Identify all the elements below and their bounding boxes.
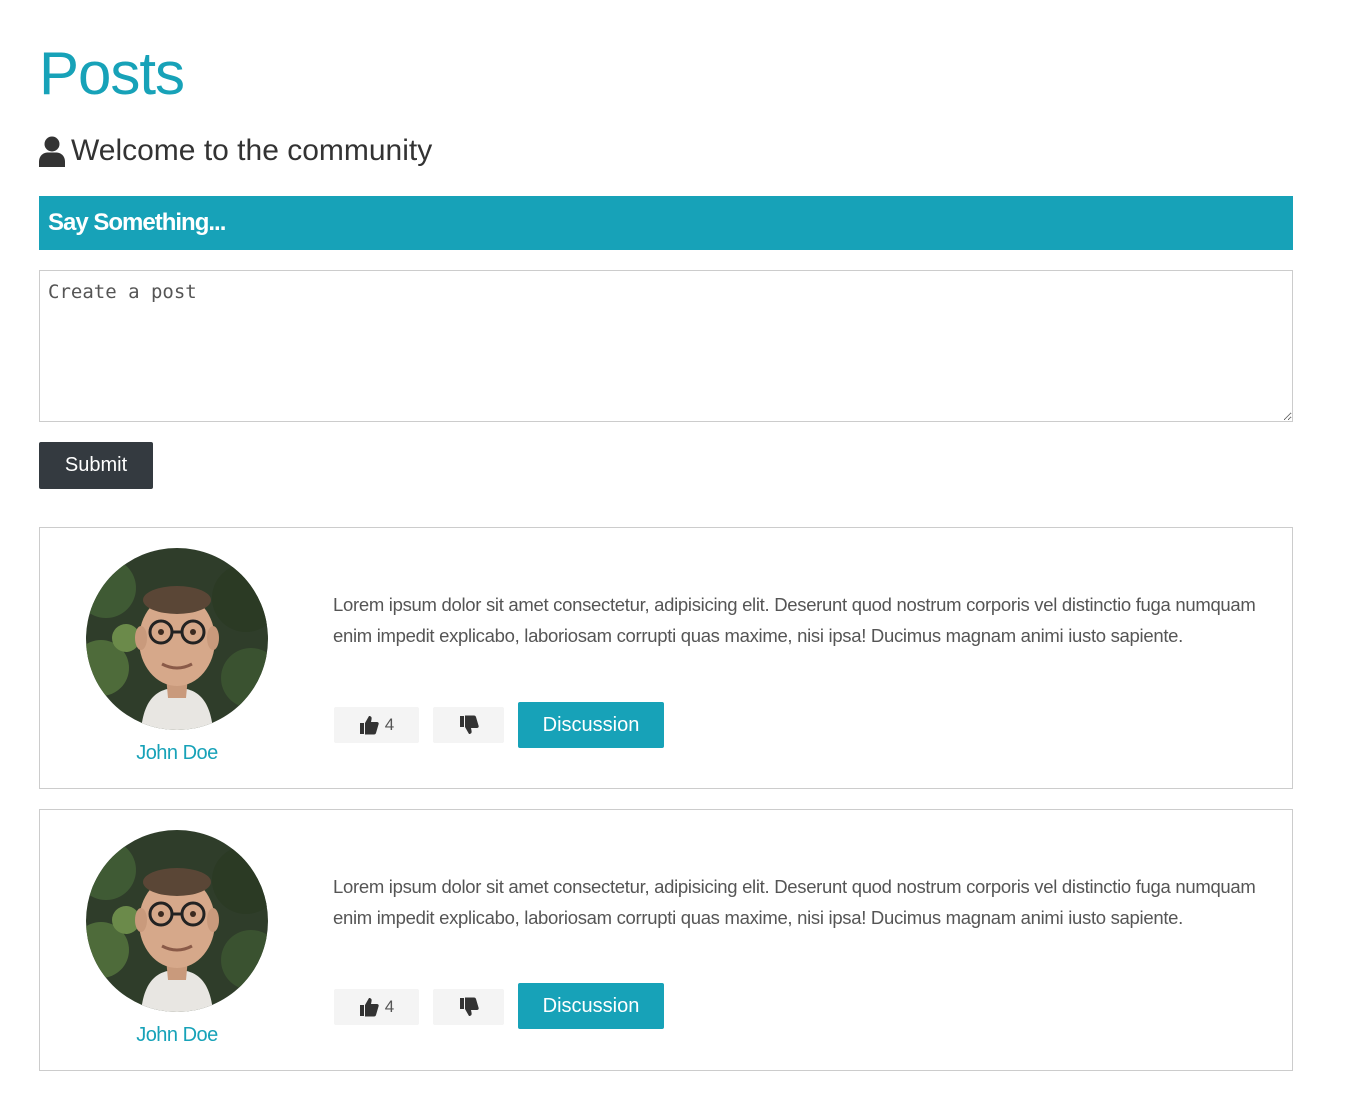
thumbs-up-icon bbox=[359, 997, 379, 1017]
dislike-button[interactable] bbox=[433, 707, 504, 743]
post-card: John Doe Lorem ipsum dolor sit amet cons… bbox=[39, 809, 1293, 1071]
avatar[interactable] bbox=[86, 548, 268, 730]
avatar[interactable] bbox=[86, 830, 268, 1012]
post-body: Lorem ipsum dolor sit amet consectetur, … bbox=[333, 594, 1256, 646]
like-count: 4 bbox=[384, 997, 395, 1016]
author-link[interactable]: John Doe bbox=[86, 742, 268, 765]
dislike-button[interactable] bbox=[433, 989, 504, 1025]
discussion-button[interactable]: Discussion bbox=[518, 702, 664, 748]
thumbs-down-icon bbox=[459, 715, 479, 735]
page-title: Posts bbox=[39, 40, 185, 107]
discussion-button[interactable]: Discussion bbox=[518, 983, 664, 1029]
like-button[interactable]: 4 bbox=[334, 707, 419, 743]
post-body: Lorem ipsum dolor sit amet consectetur, … bbox=[333, 876, 1256, 928]
thumbs-up-icon bbox=[359, 715, 379, 735]
like-button[interactable]: 4 bbox=[334, 989, 419, 1025]
author-link[interactable]: John Doe bbox=[86, 1024, 268, 1047]
welcome-text: Welcome to the community bbox=[71, 134, 433, 167]
post-card: John Doe Lorem ipsum dolor sit amet cons… bbox=[39, 527, 1293, 789]
welcome-lead: Welcome to the community bbox=[39, 132, 432, 170]
composer-header: Say Something... bbox=[39, 196, 1293, 250]
like-count: 4 bbox=[384, 715, 395, 734]
submit-button[interactable]: Submit bbox=[39, 442, 153, 489]
thumbs-down-icon bbox=[459, 997, 479, 1017]
post-textarea[interactable] bbox=[39, 270, 1293, 422]
user-icon bbox=[39, 136, 65, 167]
